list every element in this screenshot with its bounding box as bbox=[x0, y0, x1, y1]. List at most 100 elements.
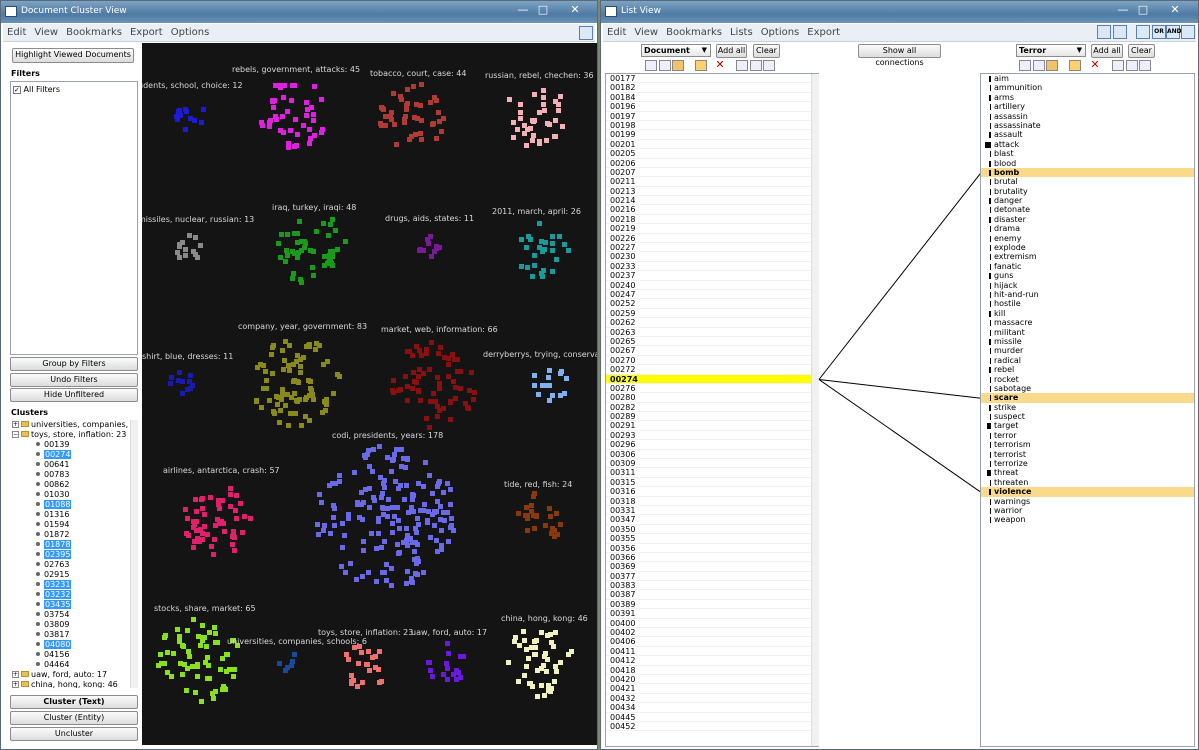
doc-point[interactable] bbox=[554, 669, 560, 675]
doc-point[interactable] bbox=[550, 643, 556, 649]
term-row[interactable]: terrorist bbox=[981, 450, 1194, 459]
doc-point[interactable] bbox=[300, 123, 306, 129]
doc-point[interactable] bbox=[284, 109, 290, 115]
doc-point[interactable] bbox=[558, 371, 564, 377]
term-row[interactable]: hijack bbox=[981, 281, 1194, 290]
tree-doc-item[interactable]: 00641 bbox=[36, 460, 69, 470]
term-row[interactable]: strike bbox=[981, 403, 1194, 412]
doc-point[interactable] bbox=[298, 239, 304, 245]
doc-point[interactable] bbox=[539, 383, 545, 389]
doc-point[interactable] bbox=[399, 464, 405, 470]
doc-point[interactable] bbox=[284, 253, 290, 259]
doc-point[interactable] bbox=[440, 672, 446, 678]
document-row[interactable]: 00350 bbox=[606, 525, 818, 535]
document-row[interactable]: 00240 bbox=[606, 281, 818, 290]
doc-point[interactable] bbox=[442, 517, 448, 523]
doc-point[interactable] bbox=[176, 369, 182, 375]
doc-point[interactable] bbox=[296, 379, 302, 385]
doc-point[interactable] bbox=[177, 255, 183, 261]
doc-point[interactable] bbox=[422, 501, 428, 507]
doc-point[interactable] bbox=[292, 651, 298, 657]
doc-point[interactable] bbox=[415, 481, 421, 487]
doc-point[interactable] bbox=[541, 693, 547, 698]
doc-point[interactable] bbox=[365, 447, 371, 453]
doc-point[interactable] bbox=[524, 527, 530, 533]
close-button[interactable]: ✕ bbox=[1163, 3, 1187, 18]
doc-point[interactable] bbox=[355, 683, 361, 689]
doc-point[interactable] bbox=[396, 550, 402, 556]
doc-point[interactable] bbox=[214, 517, 220, 523]
doc-point[interactable] bbox=[207, 494, 213, 500]
doc-point[interactable] bbox=[409, 579, 415, 585]
doc-point[interactable] bbox=[523, 142, 529, 148]
list-layout-icon[interactable] bbox=[1097, 25, 1111, 39]
tree-scrollbar[interactable] bbox=[130, 420, 138, 688]
doc-point[interactable] bbox=[208, 543, 214, 549]
doc-point[interactable] bbox=[281, 94, 287, 100]
doc-point[interactable] bbox=[445, 539, 451, 545]
term-row[interactable]: sabotage bbox=[981, 384, 1194, 393]
doc-point[interactable] bbox=[369, 468, 375, 474]
left-clear-button[interactable]: Clear bbox=[753, 44, 780, 58]
doc-point[interactable] bbox=[556, 101, 562, 107]
doc-point[interactable] bbox=[213, 631, 219, 637]
doc-point[interactable] bbox=[358, 649, 364, 655]
doc-point[interactable] bbox=[339, 563, 345, 569]
doc-point[interactable] bbox=[199, 638, 205, 644]
doc-point[interactable] bbox=[386, 497, 392, 503]
doc-point[interactable] bbox=[550, 233, 556, 239]
doc-point[interactable] bbox=[348, 679, 354, 685]
tree-doc-item[interactable]: 03435 bbox=[36, 600, 72, 610]
menu-bookmarks[interactable]: Bookmarks bbox=[62, 24, 126, 38]
doc-point[interactable] bbox=[355, 661, 361, 667]
doc-point[interactable] bbox=[212, 625, 218, 631]
doc-point[interactable] bbox=[306, 141, 312, 147]
doc-point[interactable] bbox=[203, 644, 209, 650]
doc-point[interactable] bbox=[394, 504, 400, 510]
term-row[interactable]: hostile bbox=[981, 299, 1194, 308]
uncluster-button[interactable]: Uncluster bbox=[10, 727, 138, 741]
doc-point[interactable] bbox=[191, 118, 197, 124]
doc-point[interactable] bbox=[339, 545, 345, 551]
doc-point[interactable] bbox=[329, 481, 335, 487]
menu-view[interactable]: View bbox=[30, 24, 62, 38]
doc-point[interactable] bbox=[388, 113, 394, 119]
doc-point[interactable] bbox=[389, 583, 395, 589]
doc-point[interactable] bbox=[290, 271, 296, 277]
doc-point[interactable] bbox=[270, 370, 276, 376]
doc-point[interactable] bbox=[405, 457, 411, 463]
doc-point[interactable] bbox=[427, 535, 433, 541]
doc-point[interactable] bbox=[228, 492, 234, 498]
document-row[interactable]: 00291 bbox=[606, 421, 818, 431]
doc-point[interactable] bbox=[526, 233, 532, 239]
doc-point[interactable] bbox=[399, 447, 405, 453]
doc-point[interactable] bbox=[390, 520, 396, 526]
doc-point[interactable] bbox=[429, 673, 435, 679]
doc-point[interactable] bbox=[557, 93, 563, 99]
term-row[interactable]: guns bbox=[981, 271, 1194, 280]
term-row[interactable]: danger bbox=[981, 196, 1194, 205]
doc-point[interactable] bbox=[434, 375, 440, 381]
doc-point[interactable] bbox=[306, 127, 312, 133]
doc-point[interactable] bbox=[378, 494, 384, 500]
doc-point[interactable] bbox=[215, 498, 221, 504]
doc-point[interactable] bbox=[434, 537, 440, 543]
doc-point[interactable] bbox=[410, 369, 416, 375]
term-row[interactable]: rebel bbox=[981, 365, 1194, 374]
doc-point[interactable] bbox=[449, 352, 455, 358]
doc-point[interactable] bbox=[286, 367, 292, 373]
doc-point[interactable] bbox=[190, 545, 196, 551]
doc-point[interactable] bbox=[305, 377, 311, 383]
doc-point[interactable] bbox=[390, 90, 396, 96]
doc-point[interactable] bbox=[380, 505, 386, 511]
menu-export[interactable]: Export bbox=[126, 24, 167, 38]
doc-point[interactable] bbox=[433, 398, 439, 404]
doc-point[interactable] bbox=[174, 626, 180, 632]
doc-point[interactable] bbox=[276, 420, 282, 426]
document-row[interactable]: 00201 bbox=[606, 140, 818, 150]
document-row[interactable]: 00197 bbox=[606, 112, 818, 121]
tree-doc-item[interactable]: 01030 bbox=[36, 490, 69, 500]
doc-point[interactable] bbox=[540, 102, 546, 108]
doc-point[interactable] bbox=[360, 547, 366, 553]
document-row[interactable]: 00400 bbox=[606, 619, 818, 629]
